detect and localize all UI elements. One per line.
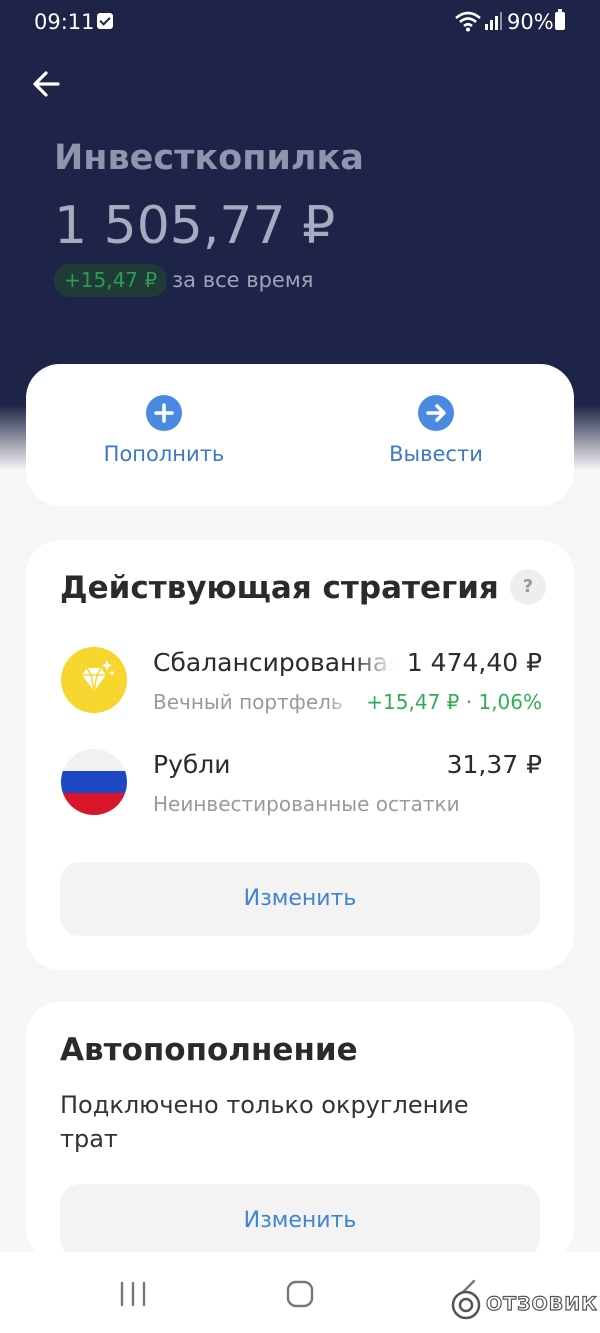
strategy-card: Действующая стратегия ? Сбалансированная…	[26, 540, 574, 970]
watermark-text: ОТЗОВИК	[485, 1292, 598, 1315]
asset-change: +15,47 ₽ · 1,06%	[366, 690, 542, 714]
russia-flag-icon	[61, 749, 127, 815]
withdraw-label: Вывести	[389, 442, 483, 466]
home-icon[interactable]	[286, 1280, 314, 1308]
checkbox-notification-icon	[97, 13, 113, 29]
battery-icon	[555, 9, 565, 30]
asset-name: Рубли	[153, 750, 231, 779]
balance-amount: 1 505,77 ₽	[54, 196, 336, 256]
help-button[interactable]: ?	[510, 569, 546, 605]
change-autofill-button[interactable]: Изменить	[60, 1184, 540, 1258]
topup-button[interactable]: Пополнить	[64, 394, 264, 484]
page-title: Инвесткопилка	[54, 138, 364, 178]
change-strategy-button[interactable]: Изменить	[60, 862, 540, 936]
asset-name: Сбалансированная	[153, 648, 393, 677]
withdraw-button[interactable]: Вывести	[336, 394, 536, 484]
battery-percent: 90%	[507, 10, 554, 34]
back-arrow-icon[interactable]	[28, 64, 68, 104]
gain-badge: +15,47 ₽	[54, 264, 168, 297]
autofill-description: Подключено только округление трат	[60, 1091, 469, 1153]
asset-value: 31,37 ₽	[446, 750, 542, 779]
topup-label: Пополнить	[103, 442, 225, 466]
signal-icon	[485, 12, 502, 30]
recent-apps-icon[interactable]	[118, 1280, 148, 1308]
strategy-title: Действующая стратегия	[60, 570, 499, 606]
otzovik-logo-icon	[451, 1290, 481, 1320]
wifi-icon	[455, 11, 481, 32]
autofill-card: Автопополнение Подключено только округле…	[26, 1002, 574, 1262]
asset-subtitle: Неинвестированные остатки	[153, 792, 460, 816]
watermark: ОТЗОВИК	[450, 1285, 598, 1325]
arrow-right-circle-icon	[418, 395, 454, 431]
asset-row-balanced[interactable]: Сбалансированная 1 474,40 ₽ Вечный портф…	[60, 646, 542, 720]
autofill-title: Автопополнение	[60, 1032, 358, 1068]
actions-card: Пополнить Вывести	[26, 364, 574, 506]
plus-circle-icon	[146, 395, 182, 431]
status-time: 09:11	[34, 10, 95, 34]
diamond-icon	[61, 647, 127, 713]
gain-period-label: за все время	[172, 268, 314, 292]
asset-value: 1 474,40 ₽	[406, 648, 542, 677]
asset-row-rubles[interactable]: Рубли 31,37 ₽ Неинвестированные остатки	[60, 748, 542, 822]
asset-subtitle: Вечный портфель	[153, 690, 358, 714]
status-bar: 09:11 90%	[0, 0, 600, 44]
